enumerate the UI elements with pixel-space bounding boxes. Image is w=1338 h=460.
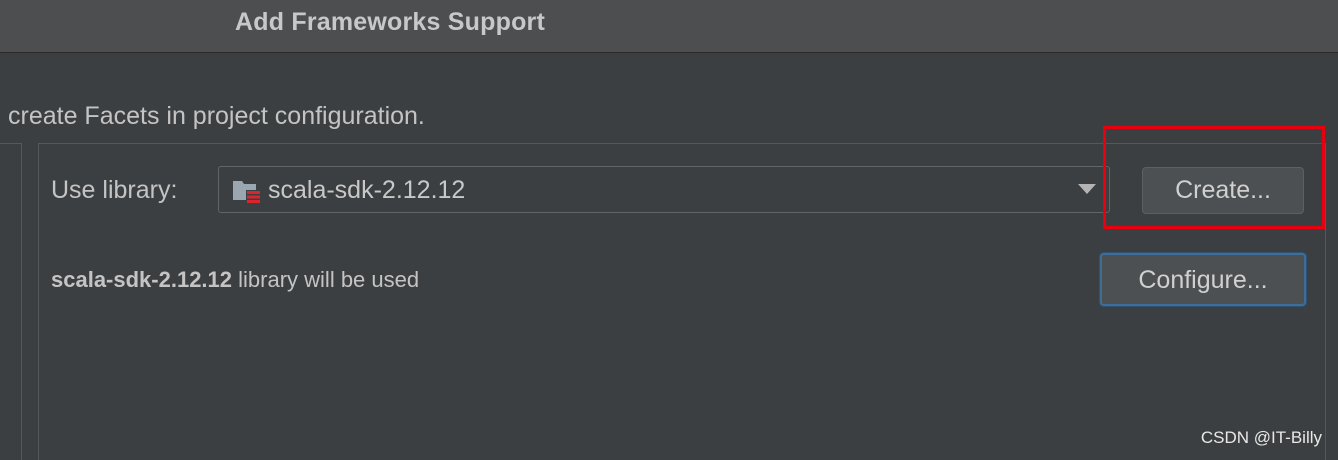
usage-library-name: scala-sdk-2.12.12 [51, 267, 233, 292]
folder-library-icon [232, 178, 262, 204]
highlight-annotation [1103, 126, 1325, 229]
watermark: CSDN @IT-Billy [1200, 428, 1322, 447]
chevron-down-icon[interactable] [1078, 184, 1096, 194]
use-library-label: Use library: [51, 176, 178, 204]
title-bar: Add Frameworks Support [0, 0, 1338, 53]
configure-button[interactable]: Configure... [1100, 253, 1306, 306]
usage-suffix: library will be used [232, 267, 420, 292]
add-frameworks-dialog: Add Frameworks Support create Facets in … [0, 0, 1338, 460]
dialog-title: Add Frameworks Support [235, 8, 545, 36]
library-usage-text: scala-sdk-2.12.12 library will be used [51, 267, 419, 293]
library-dropdown[interactable]: scala-sdk-2.12.12 [218, 166, 1110, 213]
dialog-description: create Facets in project configuration. [8, 102, 425, 130]
library-dropdown-value: scala-sdk-2.12.12 [268, 176, 466, 204]
frameworks-list-panel[interactable] [0, 143, 22, 460]
